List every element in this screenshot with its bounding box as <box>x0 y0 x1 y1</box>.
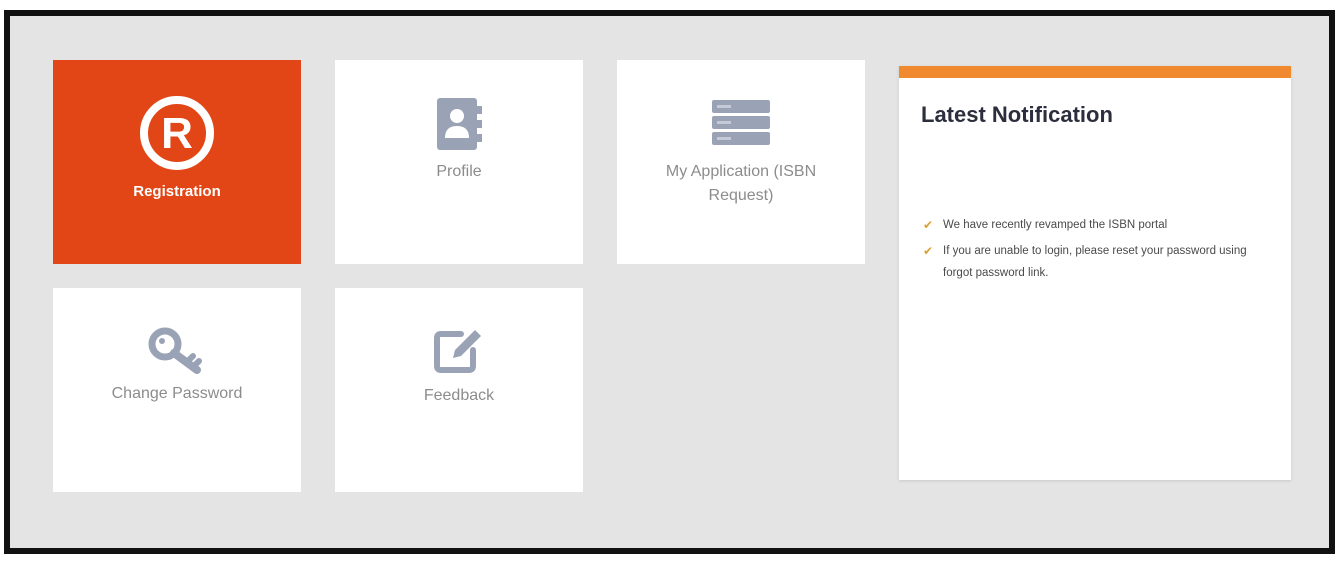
my-application-tile[interactable]: My Application (ISBN Request) <box>617 60 865 264</box>
registration-label: Registration <box>133 183 221 200</box>
contact-book-icon <box>335 94 583 154</box>
my-application-label: My Application (ISBN Request) <box>665 163 817 204</box>
feedback-tile[interactable]: Feedback <box>335 288 583 492</box>
dashboard-panel: R Registration Profile My Application (I… <box>4 10 1335 554</box>
notification-text: If you are unable to login, please reset… <box>943 245 1247 279</box>
registration-tile[interactable]: R Registration <box>53 60 301 264</box>
check-icon: ✔ <box>923 244 934 258</box>
profile-label: Profile <box>436 163 482 180</box>
server-list-icon <box>617 100 865 146</box>
edit-icon <box>335 324 583 376</box>
key-icon <box>53 326 301 376</box>
profile-tile[interactable]: Profile <box>335 60 583 264</box>
notification-list: ✔ We have recently revamped the ISBN por… <box>921 214 1261 288</box>
change-password-tile[interactable]: Change Password <box>53 288 301 492</box>
notification-panel: Latest Notification ✔ We have recently r… <box>899 66 1291 480</box>
notification-item: ✔ If you are unable to login, please res… <box>921 240 1261 284</box>
notification-title: Latest Notification <box>921 102 1113 127</box>
notification-item: ✔ We have recently revamped the ISBN por… <box>921 214 1261 236</box>
notification-text: We have recently revamped the ISBN porta… <box>943 219 1168 231</box>
registered-icon: R <box>53 94 301 172</box>
check-icon: ✔ <box>923 218 934 232</box>
feedback-label: Feedback <box>423 387 495 404</box>
svg-text:R: R <box>161 109 193 158</box>
change-password-label: Change Password <box>111 385 243 402</box>
